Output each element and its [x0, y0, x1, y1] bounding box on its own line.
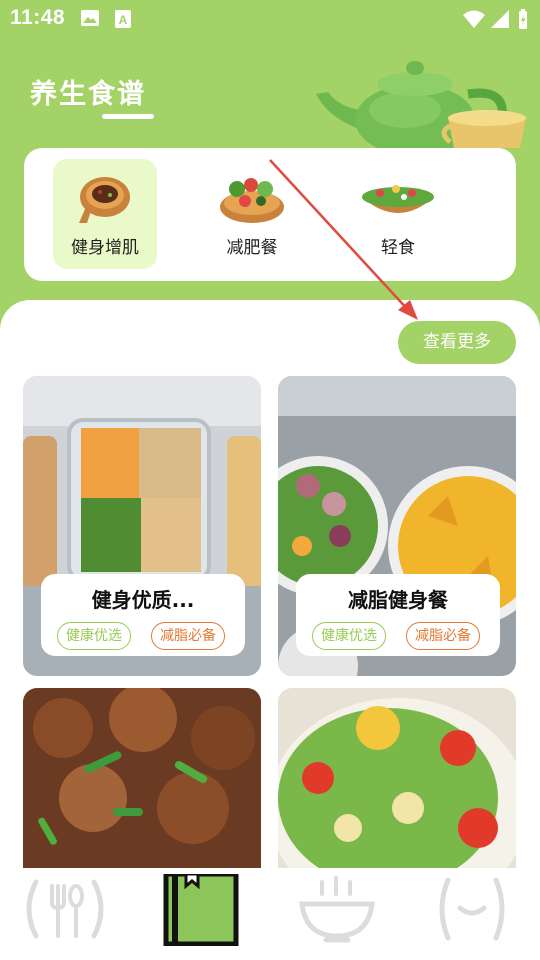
recipe-title: 健身优质... — [91, 588, 195, 612]
battery-charging-icon — [519, 9, 527, 29]
page-title: 养生食谱 — [30, 79, 146, 110]
category-weight-loss[interactable]: 减肥餐 — [200, 159, 304, 269]
tag-healthy: 健康优选 — [57, 622, 131, 650]
image-icon — [81, 10, 99, 26]
font-a-icon: A — [115, 10, 131, 28]
status-time: 11:48 — [10, 6, 66, 29]
see-more-button[interactable]: 查看更多 — [398, 321, 516, 364]
bowl-icon[interactable] — [296, 874, 378, 944]
category-card: 健身增肌 减肥餐 轻食 — [24, 148, 516, 281]
title-underline — [102, 114, 154, 119]
status-bar: 11:48 A — [0, 0, 540, 36]
recipe-title: 减脂健身餐 — [348, 588, 448, 612]
tag-fat-loss: 减脂必备 — [406, 622, 480, 650]
wifi-icon — [463, 10, 485, 28]
category-light-meal[interactable]: 轻食 — [346, 159, 450, 269]
category-label: 轻食 — [381, 238, 415, 258]
recipe-info: 健身优质... 健康优选 减脂必备 — [41, 574, 245, 656]
category-label: 减肥餐 — [226, 238, 278, 258]
recipe-card[interactable]: 减脂健身餐 健康优选 减脂必备 — [278, 376, 516, 676]
salad-bowl-icon — [362, 185, 434, 213]
category-fitness[interactable]: 健身增肌 — [53, 159, 157, 269]
recipe-card[interactable]: 健身优质... 健康优选 减脂必备 — [23, 376, 261, 676]
recipe-info: 减脂健身餐 健康优选 减脂必备 — [296, 574, 500, 656]
bookmark-book-icon[interactable] — [162, 874, 240, 946]
teapot-illustration — [316, 61, 526, 156]
tag-healthy: 健康优选 — [312, 622, 386, 650]
bottom-nav — [0, 868, 540, 960]
veggie-platter-icon — [220, 178, 284, 223]
category-label: 健身增肌 — [71, 238, 139, 258]
face-icon[interactable] — [434, 874, 510, 944]
svg-text:A: A — [119, 13, 128, 27]
fork-spoon-icon[interactable] — [22, 874, 108, 944]
signal-icon — [491, 10, 509, 28]
steak-plate-icon — [79, 177, 130, 223]
tag-fat-loss: 减脂必备 — [151, 622, 225, 650]
